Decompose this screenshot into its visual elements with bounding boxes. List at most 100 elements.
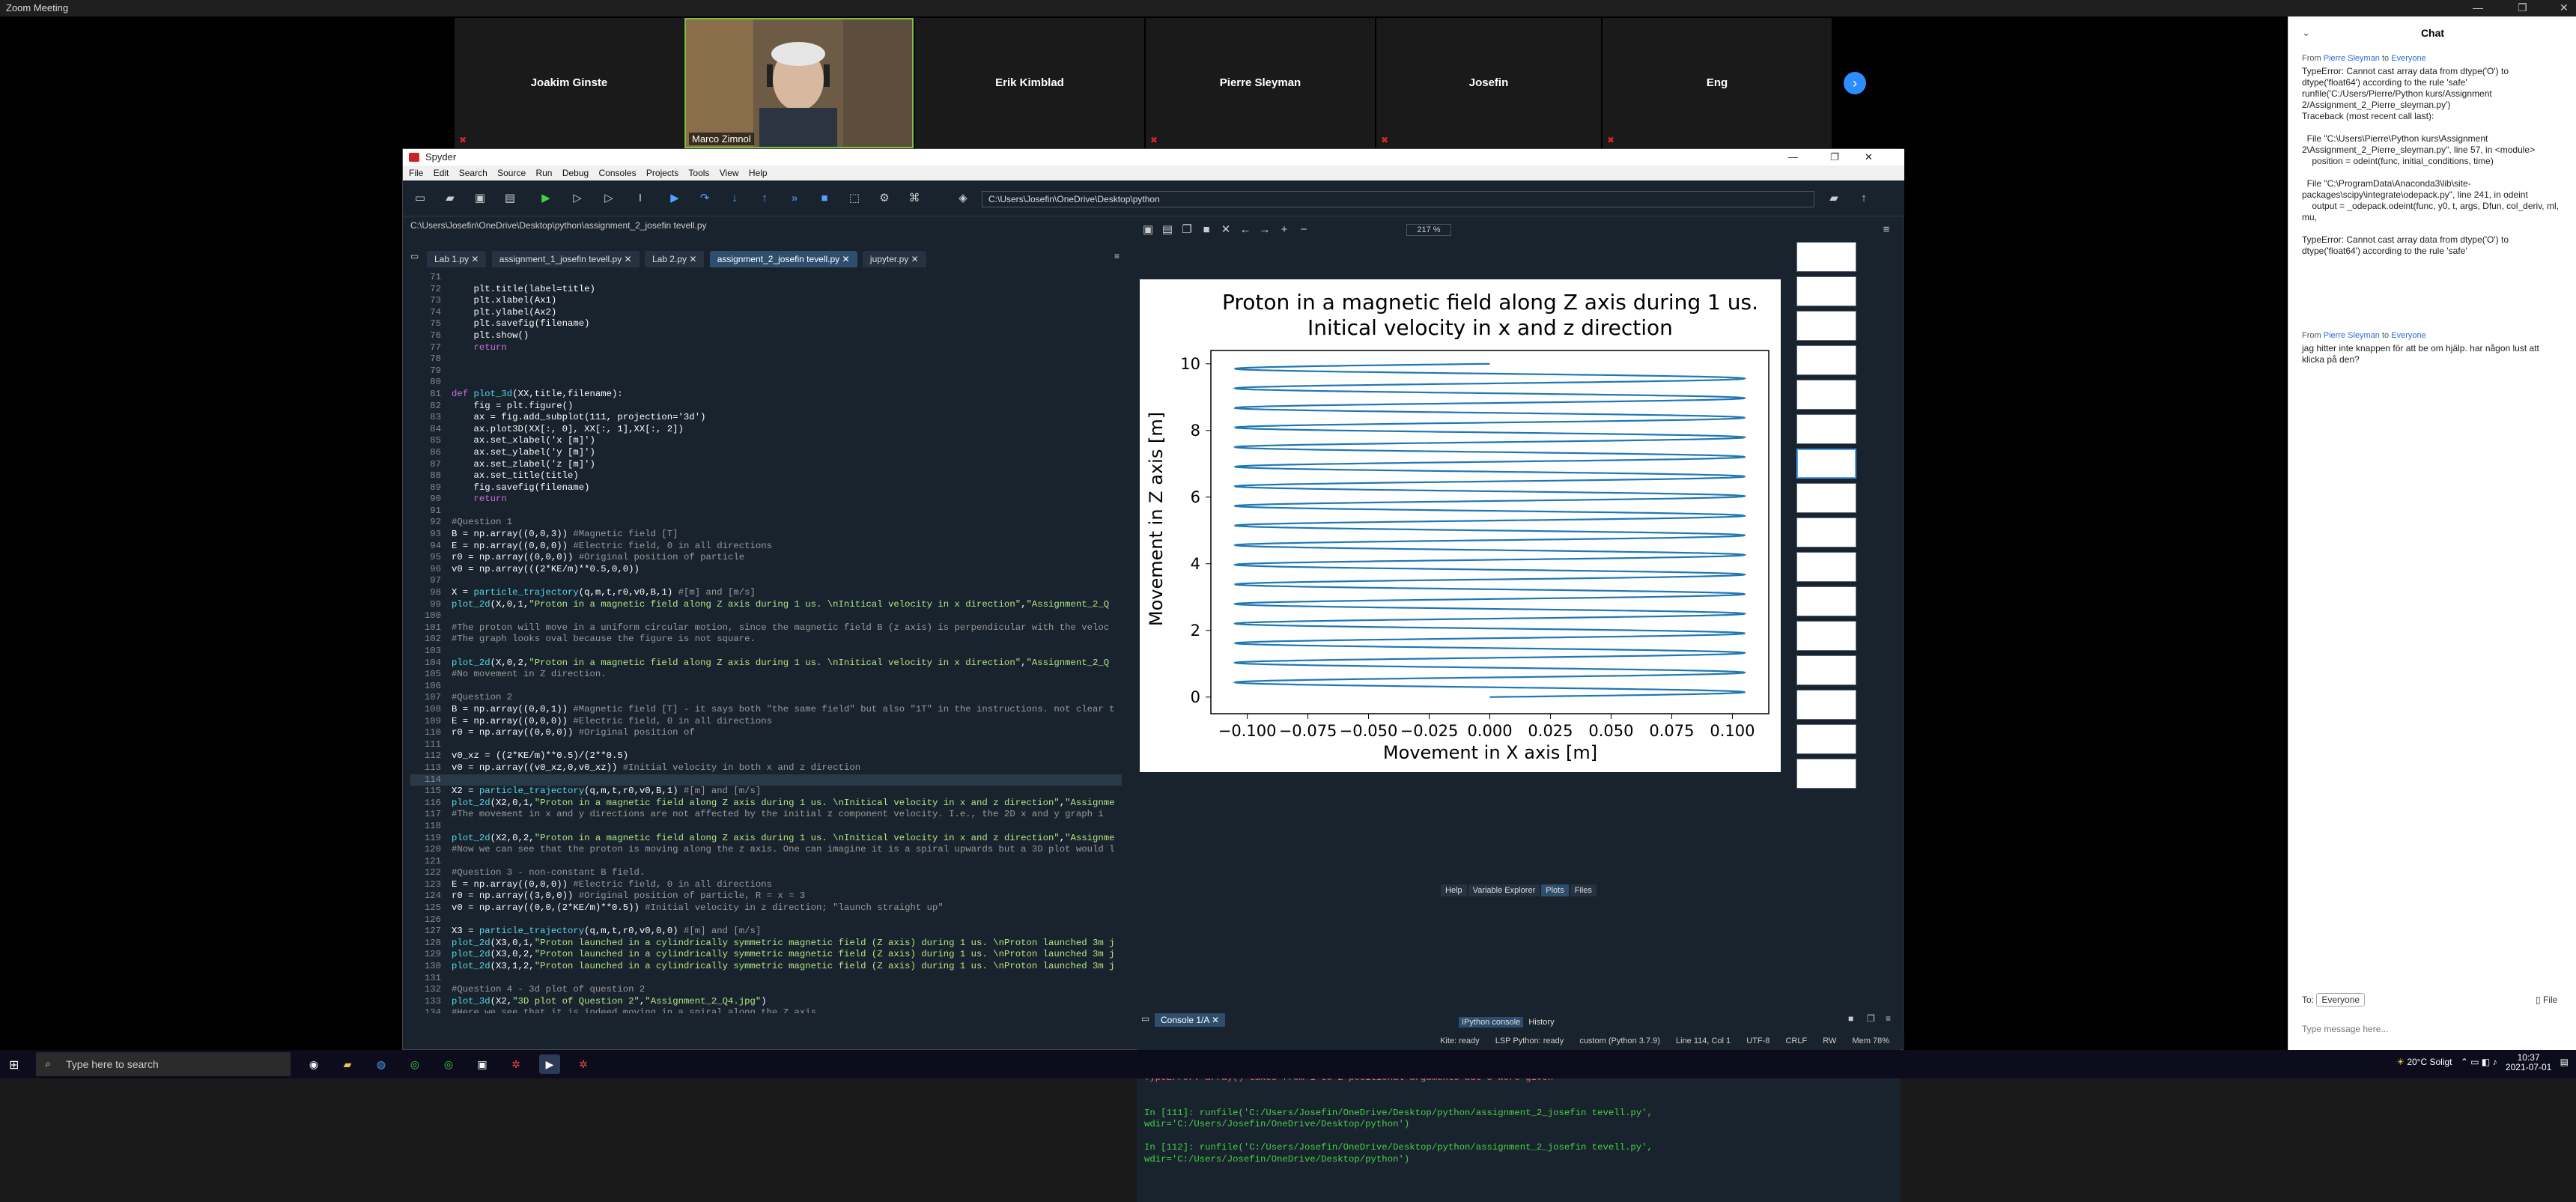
continue-icon[interactable]: » xyxy=(786,191,803,206)
code-line[interactable]: 83 ax = fig.add_subplot(111, projection=… xyxy=(410,412,1122,424)
menu-file[interactable]: File xyxy=(409,168,423,178)
participant-tile[interactable]: Josefin ✖ xyxy=(1376,18,1601,148)
code-line[interactable]: 100 xyxy=(410,610,1122,622)
plot-thumbnail[interactable] xyxy=(1796,483,1856,513)
plot-thumbnail[interactable] xyxy=(1796,552,1856,582)
maximize-pane-icon[interactable]: ⬚ xyxy=(846,191,863,206)
plot-thumbnail[interactable] xyxy=(1796,345,1856,375)
clock-time[interactable]: 10:37 xyxy=(2518,1052,2540,1063)
zoom-app-icon[interactable]: ▶ xyxy=(539,1054,560,1074)
code-line[interactable]: 129 plot_2d(X3,0,2,"Proton launched in a … xyxy=(410,949,1122,961)
code-line[interactable]: 121 xyxy=(410,856,1122,868)
clock-date[interactable]: 2021-07-01 xyxy=(2506,1062,2551,1072)
pythonpath-icon[interactable]: ⌘ xyxy=(906,191,923,206)
file-explorer-icon[interactable]: ▰ xyxy=(337,1054,358,1074)
console-tab[interactable]: Console 1/A ✕ xyxy=(1155,1013,1226,1027)
zoom-level[interactable]: 217 % xyxy=(1406,224,1451,236)
code-line[interactable]: 114 xyxy=(410,774,1122,786)
code-line[interactable]: 99 plot_2d(X,0,1,"Proton in a magnetic fi… xyxy=(410,599,1122,611)
code-line[interactable]: 82 fig = plt.figure() xyxy=(410,401,1122,413)
code-line[interactable]: 113 v0 = np.array((v0_xz,0,v0_xz)) #Initi… xyxy=(410,762,1122,774)
code-line[interactable]: 123 E = np.array((0,0,0)) #Electric field… xyxy=(410,879,1122,891)
step-icon[interactable]: ↷ xyxy=(696,191,713,206)
code-line[interactable]: 119 plot_2d(X2,0,2,"Proton in a magnetic … xyxy=(410,833,1122,845)
spyder-app-icon[interactable]: ◎ xyxy=(438,1054,459,1074)
status-interpreter[interactable]: custom (Python 3.7.9) xyxy=(1579,1036,1660,1045)
previous-plot-icon[interactable]: ← xyxy=(1237,222,1254,237)
edge-icon[interactable]: ◍ xyxy=(371,1054,392,1074)
plot-thumbnail[interactable] xyxy=(1796,690,1856,720)
code-line[interactable]: 133 plot_3d(X2,"3D plot of Question 2","A… xyxy=(410,996,1122,1008)
copy-plot-icon[interactable]: ❐ xyxy=(1179,222,1195,237)
code-line[interactable]: 115 X2 = particle_trajectory(q,m,t,r0,v0,… xyxy=(410,786,1122,798)
code-line[interactable]: 72 plt.title(label=title) xyxy=(410,284,1122,296)
remove-plot-icon[interactable]: ■ xyxy=(1198,222,1215,237)
code-line[interactable]: 116 plot_2d(X2,0,1,"Proton in a magnetic … xyxy=(410,798,1122,810)
participant-tile[interactable]: Erik Kimblad xyxy=(915,18,1144,148)
code-line[interactable]: 120 #Now we can see that the proton is mo… xyxy=(410,844,1122,856)
save-icon[interactable]: ▣ xyxy=(472,191,488,206)
code-line[interactable]: 88 ax.set_title(title) xyxy=(410,470,1122,482)
stop-console-icon[interactable]: ■ xyxy=(1848,1013,1853,1024)
minimize-icon[interactable]: — xyxy=(1788,149,1798,166)
browse-folder-icon[interactable]: ▰ xyxy=(1826,191,1842,206)
open-folder-icon[interactable]: ▰ xyxy=(442,191,458,206)
code-line[interactable]: 77 return xyxy=(410,342,1122,354)
plot-thumbnail[interactable] xyxy=(1796,414,1856,444)
python-icon[interactable]: ◈ xyxy=(955,191,971,206)
code-line[interactable]: 108 B = np.array((0,0,1)) #Magnetic field… xyxy=(410,704,1122,716)
spyder-taskbar-icon[interactable]: ✲ xyxy=(573,1054,594,1074)
participant-tile[interactable]: Joakim Ginste ✖ xyxy=(455,18,684,148)
code-line[interactable]: 94 E = np.array((0,0,0)) #Electric field,… xyxy=(410,541,1122,553)
new-file-icon[interactable]: ▭ xyxy=(412,191,428,206)
participant-tile[interactable]: Eng ✖ xyxy=(1603,18,1832,148)
code-line[interactable]: 110 r0 = np.array((0,0,0)) #Original posi… xyxy=(410,727,1122,739)
browse-tabs-icon[interactable]: ▭ xyxy=(410,251,419,261)
code-line[interactable]: 101 #The proton will move in a uniform ci… xyxy=(410,622,1122,634)
menu-help[interactable]: Help xyxy=(749,168,768,178)
menu-debug[interactable]: Debug xyxy=(562,168,589,178)
tab-files[interactable]: Files xyxy=(1570,884,1597,896)
code-line[interactable]: 107 #Question 2 xyxy=(410,692,1122,704)
close-icon[interactable]: ✕ xyxy=(1865,149,1873,166)
tab-assignment2[interactable]: assignment_2_josefin tevell.py ✕ xyxy=(709,251,857,267)
tab-lab2[interactable]: Lab 2.py ✕ xyxy=(644,251,705,267)
save-all-plots-icon[interactable]: ▤ xyxy=(1159,222,1176,237)
plot-thumbnail[interactable] xyxy=(1796,242,1856,272)
working-directory-input[interactable]: C:\Users\Josefin\OneDrive\Desktop\python xyxy=(982,191,1814,207)
code-line[interactable]: 73 plt.xlabel(Ax1) xyxy=(410,295,1122,307)
tab-history[interactable]: History xyxy=(1525,1017,1557,1028)
anaconda-icon[interactable]: ◎ xyxy=(404,1054,425,1074)
code-line[interactable]: 125 v0 = np.array((0,0,(2*KE/m)**0.5)) #I… xyxy=(410,902,1122,914)
menu-projects[interactable]: Projects xyxy=(646,168,678,178)
menu-run[interactable]: Run xyxy=(535,168,552,178)
run-selection-icon[interactable]: I xyxy=(632,191,648,206)
code-line[interactable]: 78 xyxy=(410,353,1122,365)
tab-lab1[interactable]: Lab 1.py ✕ xyxy=(427,251,487,267)
code-line[interactable]: 93 B = np.array((0,0,3)) #Magnetic field … xyxy=(410,529,1122,541)
close-icon[interactable]: ✕ xyxy=(2560,1,2569,14)
code-line[interactable]: 79 xyxy=(410,365,1122,377)
code-line[interactable]: 132 #Question 4 - 3d plot of question 2 xyxy=(410,984,1122,996)
menu-tools[interactable]: Tools xyxy=(688,168,709,178)
console-browse-icon[interactable]: ▭ xyxy=(1141,1013,1149,1024)
code-line[interactable]: 84 ax.plot3D(XX[:, 0], XX[:, 1],XX[:, 2]… xyxy=(410,424,1122,436)
code-line[interactable]: 74 plt.ylabel(Ax2) xyxy=(410,307,1122,319)
code-line[interactable]: 95 r0 = np.array((0,0,0)) #Original posit… xyxy=(410,552,1122,564)
code-line[interactable]: 124 r0 = np.array((3,0,0)) #Original posi… xyxy=(410,890,1122,902)
remove-all-icon[interactable]: ✕ xyxy=(1218,222,1234,237)
code-line[interactable]: 112 v0_xz = ((2*KE/m)**0.5)/(2**0.5) xyxy=(410,750,1122,762)
file-button[interactable]: ▯ File xyxy=(2536,995,2557,1005)
code-line[interactable]: 109 E = np.array((0,0,0)) #Electric field… xyxy=(410,716,1122,728)
debug-icon[interactable]: ▶ xyxy=(666,191,683,206)
code-line[interactable]: 86 ax.set_ylabel('y [m]') xyxy=(410,447,1122,459)
code-line[interactable]: 89 fig.savefig(filename) xyxy=(410,482,1122,494)
app-icon[interactable]: ✲ xyxy=(505,1054,526,1074)
save-plot-icon[interactable]: ▣ xyxy=(1140,222,1156,237)
taskbar-search[interactable]: ⌕ Type here to search xyxy=(36,1052,291,1076)
code-line[interactable]: 91 xyxy=(410,506,1122,517)
code-line[interactable]: 90 return xyxy=(410,494,1122,506)
code-line[interactable]: 71 xyxy=(410,272,1122,284)
plot-thumbnail[interactable] xyxy=(1796,449,1856,479)
active-speaker-tile[interactable]: Marco Zimnol xyxy=(684,18,914,148)
